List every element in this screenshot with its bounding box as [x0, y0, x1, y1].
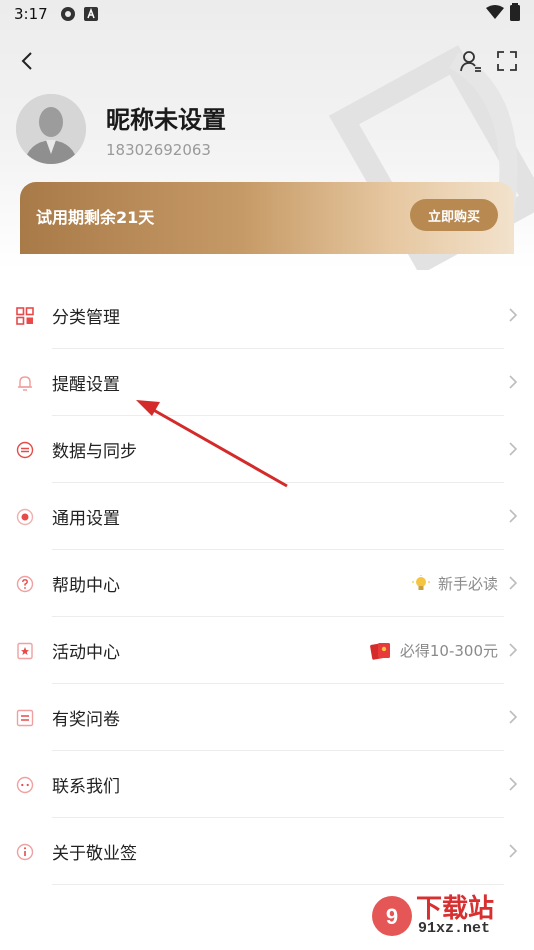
- survey-icon: [15, 708, 35, 728]
- status-bar: 3:17: [0, 0, 534, 28]
- bulb-icon: [411, 574, 430, 593]
- status-a-icon: [83, 7, 98, 21]
- bell-icon: [15, 373, 35, 393]
- watermark: 9 下载站 91xz.net: [370, 886, 530, 946]
- menu-item-about[interactable]: 关于敬业签: [0, 818, 534, 885]
- svg-text:9: 9: [386, 904, 398, 929]
- chevron-right-icon: [508, 843, 518, 863]
- info-icon: [15, 842, 35, 862]
- chevron-left-icon: [21, 52, 32, 70]
- profile-section[interactable]: 昵称未设置 18302692063: [16, 94, 226, 164]
- menu-item-label: 分类管理: [52, 308, 120, 328]
- contact-icon: [15, 775, 35, 795]
- top-bar: [0, 44, 534, 78]
- red-envelope-icon: [369, 641, 392, 661]
- nickname: 昵称未设置: [106, 105, 226, 134]
- battery-icon: [510, 3, 520, 25]
- wifi-icon: [486, 5, 504, 23]
- account-switch-button[interactable]: [458, 48, 484, 74]
- menu-item-label: 有奖问卷: [52, 710, 120, 730]
- back-button[interactable]: [14, 48, 40, 74]
- menu-item-label: 联系我们: [52, 777, 120, 797]
- menu-item-label: 数据与同步: [52, 442, 137, 462]
- status-time: 3:17: [14, 5, 48, 23]
- help-extra-text: 新手必读: [437, 575, 498, 593]
- chevron-right-icon: [508, 441, 518, 461]
- menu-item-survey[interactable]: 有奖问卷: [0, 684, 534, 751]
- activity-icon: [15, 641, 35, 661]
- user-icon: [460, 51, 481, 72]
- divider: [52, 884, 504, 885]
- menu-item-general-settings[interactable]: 通用设置: [0, 483, 534, 550]
- menu-item-label: 活动中心: [52, 643, 120, 663]
- chevron-right-icon: [508, 508, 518, 528]
- chevron-right-icon: [508, 575, 518, 595]
- menu-item-help-center[interactable]: 帮助中心 新手必读: [0, 550, 534, 617]
- fullscreen-button[interactable]: [494, 48, 520, 74]
- menu-item-label: 提醒设置: [52, 375, 120, 395]
- trial-banner[interactable]: 试用期剩余21天 立即购买: [20, 182, 514, 254]
- menu-item-extra: 必得10-300元: [369, 640, 498, 661]
- trial-remaining-text: 试用期剩余21天: [36, 208, 155, 227]
- sync-icon: [15, 440, 35, 460]
- chevron-right-icon: [508, 776, 518, 796]
- menu-item-label: 通用设置: [52, 509, 120, 529]
- category-icon: [15, 306, 35, 326]
- help-icon: [15, 574, 35, 594]
- menu-item-activity-center[interactable]: 活动中心 必得10-300元: [0, 617, 534, 684]
- menu-item-category-management[interactable]: 分类管理: [0, 282, 534, 349]
- chevron-right-icon: [508, 642, 518, 662]
- menu-item-contact-us[interactable]: 联系我们: [0, 751, 534, 818]
- avatar[interactable]: [16, 94, 86, 164]
- status-app-icon: [60, 6, 76, 22]
- phone-number: 18302692063: [106, 140, 211, 159]
- default-avatar-icon: [16, 94, 86, 164]
- expand-icon: [497, 51, 517, 71]
- menu-item-label: 帮助中心: [52, 576, 120, 596]
- settings-icon: [15, 507, 35, 527]
- menu-item-extra: 新手必读: [411, 573, 498, 594]
- menu-item-label: 关于敬业签: [52, 844, 137, 864]
- chevron-right-icon: [508, 709, 518, 729]
- watermark-url: 91xz.net: [418, 920, 491, 937]
- activity-extra-text: 必得10-300元: [399, 642, 498, 660]
- chevron-right-icon: [508, 374, 518, 394]
- menu-item-data-sync[interactable]: 数据与同步: [0, 416, 534, 483]
- chevron-right-icon: [508, 307, 518, 327]
- buy-now-button[interactable]: 立即购买: [410, 199, 498, 231]
- settings-menu: 分类管理 提醒设置 数据与同步 通用设置 帮助中心 新手必读 活动中心 必得10…: [0, 282, 534, 885]
- menu-item-reminder-settings[interactable]: 提醒设置: [0, 349, 534, 416]
